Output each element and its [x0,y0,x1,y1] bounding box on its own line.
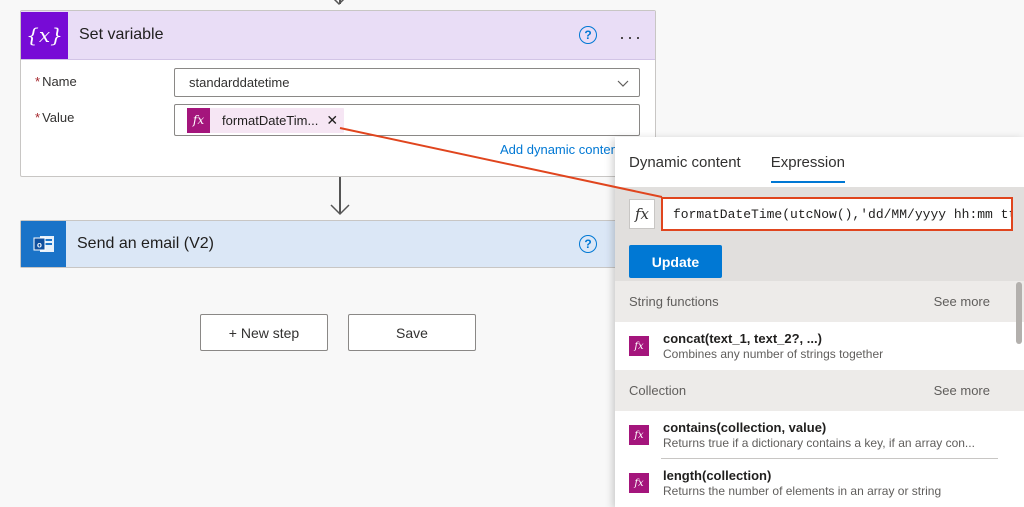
scrollbar[interactable] [1016,282,1022,344]
tab-dynamic-content[interactable]: Dynamic content [629,137,741,187]
add-dynamic-content-link[interactable]: Add dynamic content [500,142,621,157]
arrow-down-icon [333,0,345,6]
outlook-icon: o [21,221,66,267]
field-label: Name [42,74,77,89]
help-icon[interactable]: ? [579,235,597,253]
card-title: Send an email (V2) [77,235,214,252]
set-variable-header[interactable]: {x} Set variable ? ··· [21,11,655,60]
save-button[interactable]: Save [348,314,476,351]
function-description: Returns true if a dictionary contains a … [663,436,975,450]
expression-editor-area: fx formatDateTime(utcNow(),'dd/MM/yyyy h… [615,187,1024,281]
expression-input[interactable]: formatDateTime(utcNow(),'dd/MM/yyyy hh:m… [661,197,1013,231]
function-name: concat(text_1, text_2?, ...) [663,331,822,346]
function-item[interactable]: fx contains(collection, value) Returns t… [615,411,1024,459]
send-email-card: o Send an email (V2) ? [20,220,656,268]
section-header-string-functions: String functions See more [615,281,1024,322]
panel-tabs: Dynamic content Expression [615,137,1024,187]
tab-expression[interactable]: Expression [770,137,846,187]
field-label: Value [42,110,75,125]
function-description: Combines any number of strings together [663,347,884,361]
set-variable-card: {x} Set variable ? ··· * Name standardda… [20,10,656,177]
function-icon: fx [187,107,210,133]
new-step-button[interactable]: + New step [200,314,328,351]
function-item[interactable]: fx length(collection) Returns the number… [615,459,1024,507]
name-value: standarddatetime [189,75,290,90]
see-more-link[interactable]: See more [934,294,990,309]
svg-text:o: o [37,241,42,250]
function-name: contains(collection, value) [663,420,827,435]
arrow-down-icon [330,204,350,216]
chevron-down-icon[interactable] [617,77,629,89]
value-input[interactable]: fx formatDateTim... ✕ [174,104,640,136]
function-description: Returns the number of elements in an arr… [663,484,942,498]
function-item[interactable]: fx concat(text_1, text_2?, ...) Combines… [615,322,1024,370]
remove-token-icon[interactable]: ✕ [326,112,338,129]
name-field-label: * Name [35,74,77,89]
required-mark: * [35,110,41,125]
function-icon: fx [629,473,649,493]
variable-icon: {x} [21,11,68,59]
function-icon: fx [629,199,655,229]
send-email-header[interactable]: o Send an email (V2) ? [21,221,655,267]
token-label: formatDateTim... [222,112,319,128]
section-title: Collection [629,383,687,398]
see-more-link[interactable]: See more [934,383,990,398]
function-icon: fx [629,336,649,356]
function-icon: fx [629,425,649,445]
section-title: String functions [629,294,719,309]
update-button[interactable]: Update [629,245,722,278]
value-field-label: * Value [35,110,74,125]
card-title: Set variable [79,26,164,43]
function-name: length(collection) [663,468,772,483]
more-options-icon[interactable]: ··· [619,27,643,48]
section-header-collection: Collection See more [615,370,1024,411]
expression-token[interactable]: fx formatDateTim... ✕ [187,107,345,133]
required-mark: * [35,74,41,89]
expression-panel: Dynamic content Expression fx formatDate… [615,137,1024,507]
name-dropdown[interactable]: standarddatetime [174,68,640,97]
help-icon[interactable]: ? [579,26,597,44]
